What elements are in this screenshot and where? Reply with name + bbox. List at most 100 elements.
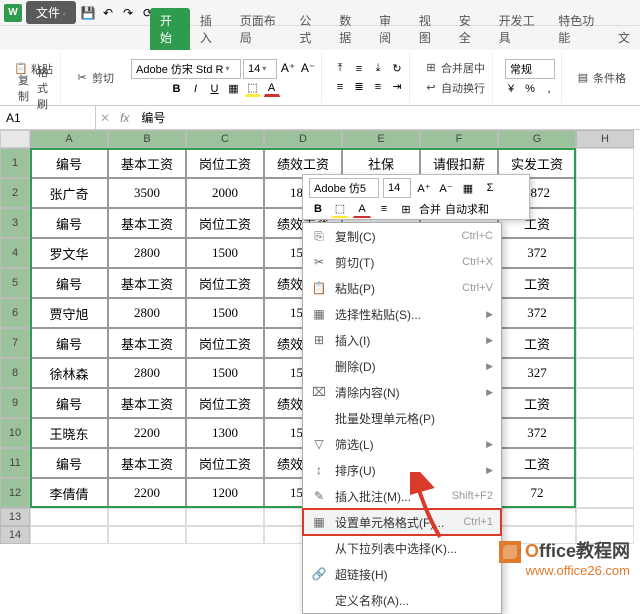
cell[interactable]: 岗位工资 — [186, 388, 264, 418]
cell[interactable] — [576, 298, 634, 328]
tab-layout[interactable]: 页面布局 — [230, 8, 290, 50]
context-menu-item[interactable]: ▽筛选(L)▶ — [303, 431, 501, 457]
align-right-icon[interactable]: ≡ — [370, 79, 386, 95]
mini-align-icon[interactable]: ≡ — [375, 200, 393, 218]
col-header-H[interactable]: H — [576, 130, 634, 148]
wrap-text-button[interactable]: ↩自动换行 — [420, 79, 488, 97]
col-header-E[interactable]: E — [342, 130, 420, 148]
orientation-icon[interactable]: ↻ — [389, 61, 405, 77]
italic-icon[interactable]: I — [188, 81, 204, 97]
context-menu-item[interactable]: 从下拉列表中选择(K)... — [303, 535, 501, 561]
cell[interactable] — [576, 148, 634, 178]
row-header-2[interactable]: 2 — [0, 178, 30, 208]
row-header-6[interactable]: 6 — [0, 298, 30, 328]
cell[interactable]: 327 — [498, 358, 576, 388]
cell[interactable]: 罗文华 — [30, 238, 108, 268]
paste-button[interactable]: 📋粘贴 — [10, 60, 56, 78]
cell[interactable]: 基本工资 — [108, 268, 186, 298]
cell[interactable] — [576, 178, 634, 208]
cell[interactable]: 编号 — [30, 268, 108, 298]
cell[interactable]: 2200 — [108, 478, 186, 508]
currency-icon[interactable]: ¥ — [503, 81, 519, 97]
cell[interactable]: 1300 — [186, 418, 264, 448]
formula-input[interactable]: 编号 — [135, 109, 171, 126]
cell[interactable]: 工资 — [498, 448, 576, 478]
mini-bold-icon[interactable]: B — [309, 200, 327, 218]
cell[interactable]: 基本工资 — [108, 208, 186, 238]
undo-icon[interactable]: ↶ — [100, 5, 116, 21]
cell[interactable]: 基本工资 — [108, 388, 186, 418]
row-header-4[interactable]: 4 — [0, 238, 30, 268]
context-menu-item[interactable]: ✂剪切(T)Ctrl+X — [303, 249, 501, 275]
cell[interactable]: 372 — [498, 418, 576, 448]
mini-fill-icon[interactable]: ⬚ — [331, 200, 349, 218]
cell[interactable]: 372 — [498, 298, 576, 328]
cell[interactable]: 1200 — [186, 478, 264, 508]
cell[interactable]: 工资 — [498, 268, 576, 298]
cell[interactable] — [576, 418, 634, 448]
context-menu-item[interactable]: ⊞插入(I)▶ — [303, 327, 501, 353]
tab-view[interactable]: 视图 — [409, 8, 449, 50]
mini-increase-font-icon[interactable]: A⁺ — [415, 179, 433, 197]
mini-autosum-icon[interactable]: Σ — [481, 179, 499, 197]
cell[interactable]: 岗位工资 — [186, 148, 264, 178]
cell[interactable]: 张广奇 — [30, 178, 108, 208]
mini-merge-icon[interactable]: ⊞ — [397, 200, 415, 218]
tab-review[interactable]: 审阅 — [369, 8, 409, 50]
cell[interactable]: 编号 — [30, 328, 108, 358]
cell[interactable]: 1500 — [186, 298, 264, 328]
font-size-select[interactable]: 14▾ — [243, 59, 277, 79]
row-header-12[interactable]: 12 — [0, 478, 30, 508]
context-menu-item[interactable]: 删除(D)▶ — [303, 353, 501, 379]
indent-icon[interactable]: ⇥ — [389, 79, 405, 95]
mini-decrease-font-icon[interactable]: A⁻ — [437, 179, 455, 197]
cell-reference-box[interactable]: A1 — [0, 106, 96, 129]
cell[interactable]: 3500 — [108, 178, 186, 208]
cell[interactable]: 岗位工资 — [186, 268, 264, 298]
context-menu-item[interactable]: ⎘复制(C)Ctrl+C — [303, 223, 501, 249]
col-header-A[interactable]: A — [30, 130, 108, 148]
cell[interactable]: 工资 — [498, 328, 576, 358]
cell[interactable]: 2800 — [108, 238, 186, 268]
col-header-B[interactable]: B — [108, 130, 186, 148]
cell[interactable]: 工资 — [498, 388, 576, 418]
cell[interactable]: 编号 — [30, 208, 108, 238]
cell[interactable]: 72 — [498, 478, 576, 508]
fill-color-icon[interactable]: ⬚ — [245, 81, 261, 97]
cell[interactable]: 1500 — [186, 238, 264, 268]
mini-fontcolor-icon[interactable]: A — [353, 200, 371, 218]
save-icon[interactable]: 💾 — [80, 5, 96, 21]
tab-data[interactable]: 数据 — [329, 8, 369, 50]
context-menu-item[interactable]: 📋粘贴(P)Ctrl+V — [303, 275, 501, 301]
format-painter-button[interactable]: 格式刷 — [35, 80, 51, 96]
context-menu-item[interactable]: ▦设置单元格格式(F)...Ctrl+1 — [303, 509, 501, 535]
context-menu-item[interactable]: ⌧清除内容(N)▶ — [303, 379, 501, 405]
align-top-icon[interactable]: ⤒ — [332, 61, 348, 77]
cell[interactable]: 岗位工资 — [186, 328, 264, 358]
merge-center-button[interactable]: ⊞合并居中 — [420, 59, 488, 77]
fx-icon[interactable]: fx — [114, 111, 135, 125]
col-header-G[interactable]: G — [498, 130, 576, 148]
redo-icon[interactable]: ↷ — [120, 5, 136, 21]
font-family-select[interactable]: Adobe 仿宋 Std R▾ — [131, 59, 241, 79]
cell[interactable]: 372 — [498, 238, 576, 268]
cell[interactable] — [576, 478, 634, 508]
tab-features[interactable]: 特色功能 — [548, 8, 608, 50]
row-header-13[interactable]: 13 — [0, 508, 30, 526]
tab-home[interactable]: 开始 — [150, 8, 190, 50]
cell[interactable]: 岗位工资 — [186, 448, 264, 478]
context-menu-item[interactable]: 🔗超链接(H) — [303, 561, 501, 587]
cell[interactable]: 编号 — [30, 388, 108, 418]
cell[interactable]: 1500 — [186, 358, 264, 388]
cell[interactable]: 编号 — [30, 148, 108, 178]
mini-font-select[interactable]: Adobe 仿5 — [309, 178, 379, 198]
cell[interactable]: 岗位工资 — [186, 208, 264, 238]
tab-security[interactable]: 安全 — [449, 8, 489, 50]
decrease-font-icon[interactable]: A⁻ — [299, 59, 317, 77]
cell[interactable]: 徐林森 — [30, 358, 108, 388]
tab-insert[interactable]: 插入 — [190, 8, 230, 50]
row-header-3[interactable]: 3 — [0, 208, 30, 238]
cell[interactable]: 2000 — [186, 178, 264, 208]
cell[interactable]: 2200 — [108, 418, 186, 448]
align-mid-icon[interactable]: ≡ — [351, 61, 367, 77]
